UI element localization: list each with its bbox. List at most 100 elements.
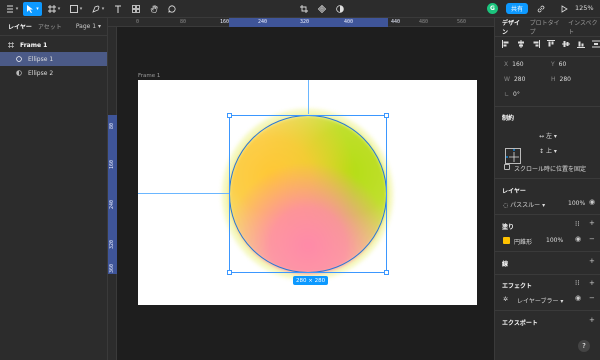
ruler-tick: 80 bbox=[109, 122, 115, 129]
tab-assets[interactable]: アセット bbox=[38, 22, 62, 31]
effect-type-select[interactable]: レイヤーブラー ▾ bbox=[517, 296, 563, 305]
constraint-cross-icon bbox=[505, 148, 519, 162]
align-center-h-icon[interactable] bbox=[517, 40, 525, 48]
canvas[interactable]: 0 80 160 240 320 400 440 480 560 80 160 … bbox=[108, 18, 494, 360]
y-value: 60 bbox=[558, 61, 567, 68]
blend-mode-select[interactable]: ◌ パススルー ▾ bbox=[503, 200, 545, 209]
mask-button[interactable] bbox=[334, 2, 346, 16]
width-field[interactable]: W 280 bbox=[504, 76, 525, 83]
constraint-vertical[interactable]: ↕ 上 ▾ bbox=[539, 146, 557, 155]
effect-settings-icon[interactable]: ✲ bbox=[503, 296, 508, 303]
distribute-icon[interactable] bbox=[592, 40, 600, 48]
crop-icon bbox=[300, 5, 308, 13]
measure-guide-horizontal bbox=[138, 193, 229, 194]
tab-prototype[interactable]: プロトタイプ bbox=[530, 18, 562, 36]
constraints-title: 制約 bbox=[502, 115, 515, 122]
add-effect-icon[interactable]: + bbox=[589, 279, 595, 287]
constraint-horizontal[interactable]: ↔ 左 ▾ bbox=[539, 131, 557, 140]
resize-handle-bottom-right[interactable] bbox=[384, 270, 389, 275]
align-center-v-icon[interactable] bbox=[562, 40, 570, 48]
effect-styles-icon[interactable]: ⁞⁞ bbox=[575, 279, 579, 287]
layer-row-ellipse-1[interactable]: Ellipse 1 bbox=[0, 52, 107, 66]
text-icon bbox=[115, 5, 121, 13]
tab-design[interactable]: デザイン bbox=[502, 18, 524, 36]
move-tool-button[interactable]: ▾ bbox=[23, 2, 42, 16]
ellipse-icon bbox=[14, 56, 24, 62]
alignment-row bbox=[502, 40, 600, 48]
resize-handle-bottom-left[interactable] bbox=[227, 270, 232, 275]
layer-row-ellipse-2[interactable]: Ellipse 2 bbox=[0, 66, 107, 80]
add-export-icon[interactable]: + bbox=[589, 316, 595, 324]
h-label: H bbox=[551, 76, 556, 83]
size-badge: 280 × 280 bbox=[293, 276, 329, 285]
add-fill-icon[interactable]: + bbox=[589, 219, 595, 227]
fill-visibility-icon[interactable]: ◉ bbox=[575, 235, 581, 243]
effect-visibility-icon[interactable]: ◉ bbox=[575, 294, 581, 302]
horizontal-constraint-icon: ↔ bbox=[539, 133, 545, 140]
ruler-tick: 160 bbox=[109, 159, 115, 169]
hand-tool-button[interactable] bbox=[149, 2, 159, 16]
remove-fill-icon[interactable]: − bbox=[589, 235, 595, 243]
x-field[interactable]: X 160 bbox=[504, 61, 524, 68]
layer-name: Frame 1 bbox=[20, 41, 48, 49]
tab-layers[interactable]: レイヤー bbox=[8, 22, 32, 31]
resources-tool-button[interactable] bbox=[131, 2, 141, 16]
ruler-tick: 160 bbox=[220, 19, 230, 25]
scroll-fix-checkbox[interactable] bbox=[504, 164, 510, 170]
layer-row-frame-1[interactable]: Frame 1 bbox=[0, 38, 107, 52]
main-menu-button[interactable]: ▾ bbox=[4, 2, 20, 16]
layer-visibility-icon[interactable]: ◉ bbox=[589, 198, 595, 206]
align-left-icon[interactable] bbox=[502, 40, 510, 48]
frame-tool-button[interactable]: ▾ bbox=[46, 2, 62, 16]
measure-guide-vertical bbox=[308, 80, 309, 114]
y-field[interactable]: Y 60 bbox=[551, 61, 566, 68]
text-tool-button[interactable] bbox=[113, 2, 123, 16]
fill-opacity[interactable]: 100% bbox=[546, 237, 563, 244]
fill-type[interactable]: 円錐形 bbox=[514, 237, 532, 246]
create-component-button[interactable] bbox=[316, 2, 328, 16]
layer-opacity[interactable]: 100% bbox=[568, 200, 585, 207]
share-button[interactable]: 共有 bbox=[506, 3, 528, 14]
height-field[interactable]: H 280 bbox=[551, 76, 571, 83]
comment-tool-button[interactable] bbox=[167, 2, 177, 16]
resize-handle-top-right[interactable] bbox=[384, 113, 389, 118]
constraints-widget[interactable] bbox=[505, 148, 521, 164]
ruler-tick: 400 bbox=[344, 19, 354, 25]
w-value: 280 bbox=[513, 76, 526, 83]
align-top-icon[interactable] bbox=[547, 40, 555, 48]
ruler-tick: 440 bbox=[391, 19, 401, 25]
copy-link-button[interactable] bbox=[536, 2, 546, 16]
page-selector[interactable]: Page 1 ▾ bbox=[76, 23, 101, 30]
figma-menu-icon bbox=[6, 5, 13, 13]
align-bottom-icon[interactable] bbox=[577, 40, 585, 48]
layers-panel: レイヤー アセット Page 1 ▾ Frame 1 Ellipse 1 Ell… bbox=[0, 18, 108, 360]
remove-effect-icon[interactable]: − bbox=[589, 294, 595, 302]
rectangle-icon bbox=[69, 5, 78, 13]
ruler-tick: 360 bbox=[109, 263, 115, 273]
selection-box[interactable] bbox=[229, 115, 387, 273]
frame-label[interactable]: Frame 1 bbox=[138, 73, 160, 79]
ruler-tick: 0 bbox=[136, 19, 140, 25]
add-stroke-icon[interactable]: + bbox=[589, 257, 595, 265]
shape-tool-button[interactable]: ▾ bbox=[68, 2, 84, 16]
tab-inspect[interactable]: インスペクト bbox=[568, 18, 600, 36]
crop-button[interactable] bbox=[298, 2, 310, 16]
fill-swatch[interactable] bbox=[503, 237, 510, 244]
user-avatar[interactable]: G bbox=[487, 3, 498, 14]
resize-handle-top-left[interactable] bbox=[227, 113, 232, 118]
rotation-field[interactable]: ∟ 0° bbox=[504, 91, 520, 98]
align-right-icon[interactable] bbox=[532, 40, 540, 48]
rotation-value: 0° bbox=[513, 91, 520, 98]
export-section-title: エクスポート bbox=[502, 320, 538, 327]
cursor-icon bbox=[27, 5, 34, 13]
vertical-constraint-icon: ↕ bbox=[539, 148, 545, 155]
w-label: W bbox=[504, 76, 510, 83]
left-panel-tabs: レイヤー アセット Page 1 ▾ bbox=[0, 18, 107, 36]
ruler-tick: 240 bbox=[258, 19, 268, 25]
effect-section-title: エフェクト bbox=[502, 283, 533, 290]
fill-styles-icon[interactable]: ⁞⁞ bbox=[575, 220, 579, 228]
pen-tool-button[interactable]: ▾ bbox=[90, 2, 106, 16]
help-button[interactable]: ? bbox=[578, 340, 590, 352]
present-button[interactable] bbox=[559, 2, 569, 16]
zoom-level[interactable]: 125% bbox=[575, 4, 594, 12]
